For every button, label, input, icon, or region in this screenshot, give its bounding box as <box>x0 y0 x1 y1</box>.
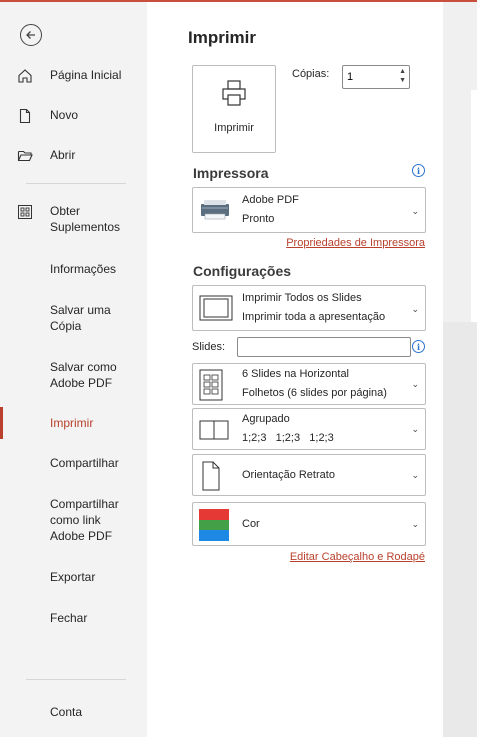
info-icon[interactable]: i <box>412 164 425 177</box>
nav-item-save-as-pdf[interactable]: Salvar como Adobe PDF <box>0 359 147 391</box>
color-label: Cor <box>242 518 260 530</box>
nav-item-home[interactable]: Página Inicial <box>0 67 147 84</box>
nav-item-label: Imprimir <box>50 416 94 430</box>
six-slides-handout-icon <box>199 369 223 401</box>
nav-item-label: Compartilhar <box>50 456 119 470</box>
nav-item-label: Compartilhar como link Adobe PDF <box>50 497 119 543</box>
preview-background <box>443 322 477 737</box>
nav-item-label: Fechar <box>50 611 88 625</box>
nav-item-export[interactable]: Exportar <box>0 569 147 585</box>
nav-item-open[interactable]: Abrir <box>0 147 147 164</box>
copies-label: Cópias: <box>292 68 330 80</box>
edit-header-footer-link[interactable]: Editar Cabeçalho e Rodapé <box>290 551 425 563</box>
new-document-icon <box>0 107 50 124</box>
printer-icon <box>222 80 246 106</box>
printer-properties-link[interactable]: Propriedades de Impressora <box>286 237 425 249</box>
nav-item-info[interactable]: Informações <box>0 261 147 277</box>
orientation-dropdown[interactable]: Orientação Retrato ⌄ <box>192 454 426 496</box>
printer-status: Pronto <box>242 213 275 225</box>
print-range-dropdown[interactable]: Imprimir Todos os Slides Imprimir toda a… <box>192 285 426 331</box>
printer-dropdown[interactable]: Adobe PDF Pronto ⌄ <box>192 187 426 233</box>
nav-item-close[interactable]: Fechar <box>0 610 147 626</box>
chevron-down-icon: ⌄ <box>411 470 419 480</box>
preview-page <box>471 90 477 322</box>
back-arrow-icon <box>26 31 35 39</box>
collate-line1: Agrupado <box>242 413 290 425</box>
nav-item-label: Salvar como Adobe PDF <box>50 360 117 390</box>
printer-device-icon <box>201 200 229 220</box>
nav-item-label: Abrir <box>50 148 76 162</box>
nav-item-account[interactable]: Conta <box>0 704 147 720</box>
folder-open-icon <box>0 147 50 164</box>
nav-item-label: Página Inicial <box>50 68 122 82</box>
page-title: Imprimir <box>188 28 257 47</box>
copies-stepper[interactable]: ▲▼ <box>342 65 410 89</box>
copies-input[interactable] <box>347 69 387 85</box>
collate-line2: 1;2;3 1;2;3 1;2;3 <box>242 432 334 444</box>
nav-divider <box>26 679 126 680</box>
print-panel: Imprimir Imprimir Cópias: ▲▼ Impressora … <box>147 2 443 737</box>
nav-item-get-addins[interactable]: Obter Suplementos <box>0 203 147 235</box>
layout-dropdown[interactable]: 6 Slides na Horizontal Folhetos (6 slide… <box>192 363 426 405</box>
chevron-down-icon: ⌄ <box>411 424 419 434</box>
collated-icon <box>199 420 229 440</box>
printer-heading: Impressora <box>193 165 269 181</box>
collate-dropdown[interactable]: Agrupado 1;2;3 1;2;3 1;2;3 ⌄ <box>192 408 426 450</box>
home-icon <box>0 67 50 84</box>
nav-divider <box>26 183 126 184</box>
printer-name: Adobe PDF <box>242 194 299 206</box>
layout-line1: 6 Slides na Horizontal <box>242 368 350 380</box>
color-swatch-icon <box>199 509 229 541</box>
print-preview-area <box>443 2 477 737</box>
chevron-down-icon: ⌄ <box>411 379 419 389</box>
back-button[interactable] <box>20 24 42 46</box>
color-dropdown[interactable]: Cor ⌄ <box>192 502 426 546</box>
nav-item-save-copy[interactable]: Salvar uma Cópia <box>0 302 147 334</box>
nav-item-label: Informações <box>50 262 117 276</box>
backstage-nav: Página Inicial Novo Abrir Obter Suplemen… <box>0 2 147 737</box>
nav-item-share-link-pdf[interactable]: Compartilhar como link Adobe PDF <box>0 496 147 544</box>
nav-item-label: Conta <box>50 705 83 719</box>
orientation-label: Orientação Retrato <box>242 469 335 481</box>
chevron-down-icon: ⌄ <box>411 304 419 314</box>
nav-item-print[interactable]: Imprimir <box>0 415 147 431</box>
print-button[interactable]: Imprimir <box>192 65 276 153</box>
spin-buttons[interactable]: ▲ ▼ <box>399 67 406 85</box>
chevron-down-icon: ⌄ <box>411 206 419 216</box>
range-line2: Imprimir toda a apresentação <box>242 311 386 323</box>
nav-item-label: Exportar <box>50 570 96 584</box>
print-button-label: Imprimir <box>214 122 254 134</box>
slides-input[interactable] <box>237 337 411 357</box>
nav-item-share[interactable]: Compartilhar <box>0 455 147 471</box>
settings-heading: Configurações <box>193 263 292 279</box>
addins-grid-icon <box>0 203 50 220</box>
layout-line2: Folhetos (6 slides por página) <box>242 387 387 399</box>
nav-item-label: Obter Suplementos <box>50 204 121 234</box>
all-slides-icon <box>199 295 233 321</box>
chevron-down-icon: ⌄ <box>411 519 419 529</box>
nav-item-label: Novo <box>50 108 79 122</box>
slides-label: Slides: <box>192 341 226 353</box>
nav-item-label: Salvar uma Cópia <box>50 303 111 333</box>
info-icon[interactable]: i <box>412 340 425 353</box>
nav-item-new[interactable]: Novo <box>0 107 147 124</box>
range-line1: Imprimir Todos os Slides <box>242 292 362 304</box>
portrait-page-icon <box>202 461 220 491</box>
